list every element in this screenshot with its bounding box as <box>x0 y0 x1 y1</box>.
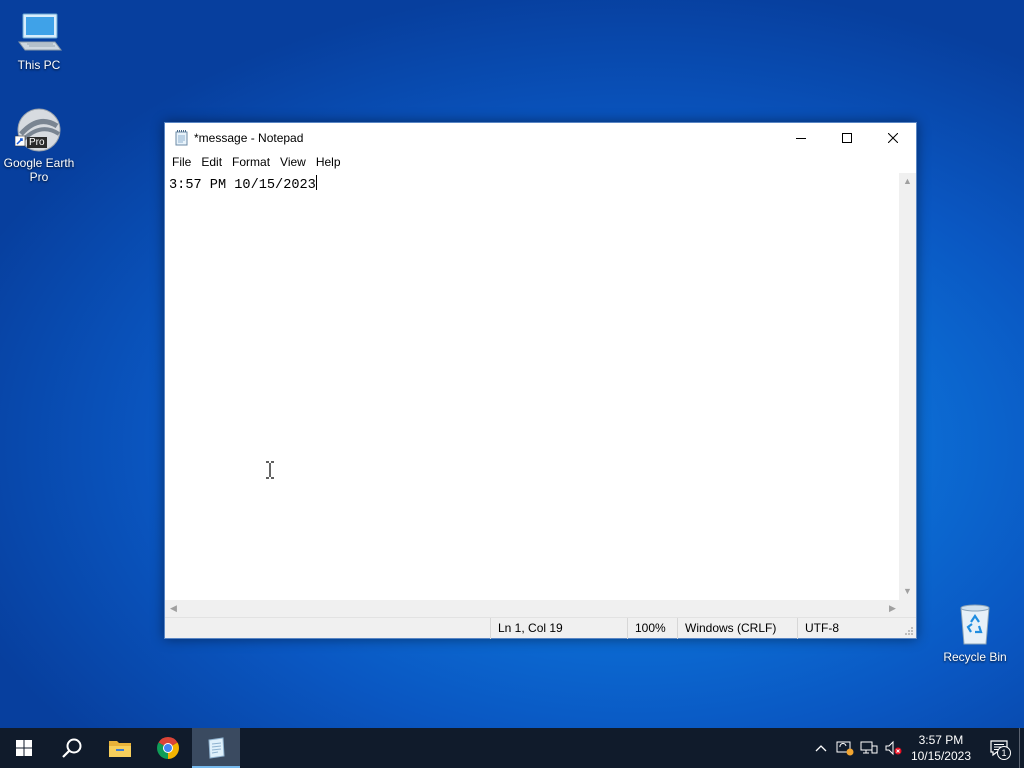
desktop-icon-label: Google Earth Pro <box>3 156 75 184</box>
desktop-icon-label: This PC <box>17 58 61 72</box>
taskbar-chrome[interactable] <box>144 728 192 768</box>
maximize-button[interactable] <box>824 123 870 152</box>
status-line-endings: Windows (CRLF) <box>677 618 776 639</box>
menu-format[interactable]: Format <box>227 152 275 173</box>
scroll-up-icon[interactable]: ▲ <box>899 173 916 190</box>
menu-help[interactable]: Help <box>311 152 346 173</box>
security-update-icon <box>836 741 854 756</box>
clock-date: 10/15/2023 <box>910 749 971 763</box>
tray-network-button[interactable] <box>857 728 881 768</box>
show-hidden-icons-button[interactable] <box>809 728 833 768</box>
computer-icon <box>15 8 63 56</box>
status-cursor-position: Ln 1, Col 19 <box>490 618 563 639</box>
start-button[interactable] <box>0 728 48 768</box>
vertical-scrollbar[interactable]: ▲ ▼ <box>899 173 916 600</box>
minimize-icon <box>796 137 806 139</box>
folder-icon <box>109 741 131 757</box>
show-desktop-button[interactable] <box>1019 728 1024 768</box>
menu-edit[interactable]: Edit <box>196 152 227 173</box>
taskbar-clock[interactable]: 3:57 PM 10/15/2023 <box>905 732 979 764</box>
taskbar-notepad[interactable] <box>192 728 240 768</box>
resize-grip-icon[interactable] <box>904 626 914 636</box>
desktop-icon-google-earth-pro[interactable]: Pro Google Earth Pro <box>1 106 77 184</box>
scroll-corner <box>899 600 916 617</box>
windows-logo-icon <box>16 740 32 756</box>
tray-volume-button[interactable] <box>881 728 905 768</box>
horizontal-scrollbar[interactable]: ◀ ▶ <box>165 600 901 617</box>
text-editor[interactable]: 3:57 PM 10/15/2023 <box>165 173 901 600</box>
editor-content: 3:57 PM 10/15/2023 <box>169 178 316 193</box>
notepad-icon <box>208 737 225 759</box>
text-caret <box>315 175 317 190</box>
minimize-button[interactable] <box>778 123 824 152</box>
notepad-window[interactable]: *message - Notepad File Edit Format View… <box>164 122 917 639</box>
ibeam-cursor-icon <box>266 461 274 479</box>
desktop-icon-recycle-bin[interactable]: Recycle Bin <box>937 600 1013 664</box>
volume-muted-icon <box>885 740 902 756</box>
taskbar-file-explorer[interactable] <box>96 728 144 768</box>
menu-view[interactable]: View <box>275 152 311 173</box>
taskbar: 3:57 PM 10/15/2023 1 <box>0 728 1024 768</box>
chrome-icon <box>157 737 179 759</box>
scroll-down-icon[interactable]: ▼ <box>899 583 916 600</box>
window-title: *message - Notepad <box>194 130 304 145</box>
notepad-icon <box>174 129 190 146</box>
desktop-icon-this-pc[interactable]: This PC <box>1 8 77 72</box>
pro-badge: Pro <box>27 137 47 148</box>
status-zoom: 100% <box>627 618 666 639</box>
clock-time: 3:57 PM <box>918 733 964 747</box>
close-icon <box>888 132 898 143</box>
status-encoding: UTF-8 <box>797 618 839 639</box>
recycle-bin-icon <box>951 600 999 648</box>
google-earth-icon: Pro <box>14 106 63 154</box>
menu-bar: File Edit Format View Help <box>165 152 916 173</box>
tray-security-button[interactable] <box>833 728 857 768</box>
menu-file[interactable]: File <box>167 152 196 173</box>
search-icon <box>62 738 82 758</box>
chevron-up-icon <box>815 745 827 752</box>
action-center-button[interactable]: 1 <box>979 728 1019 768</box>
scroll-left-icon[interactable]: ◀ <box>165 600 182 617</box>
notification-count-badge: 1 <box>997 746 1011 760</box>
close-button[interactable] <box>870 123 916 152</box>
title-bar[interactable]: *message - Notepad <box>165 123 916 152</box>
network-icon <box>860 741 878 754</box>
search-button[interactable] <box>48 728 96 768</box>
maximize-icon <box>842 132 852 143</box>
desktop-icon-label: Recycle Bin <box>943 650 1007 664</box>
status-bar: Ln 1, Col 19 100% Windows (CRLF) UTF-8 <box>165 617 916 639</box>
system-tray: 3:57 PM 10/15/2023 1 <box>809 728 1024 768</box>
